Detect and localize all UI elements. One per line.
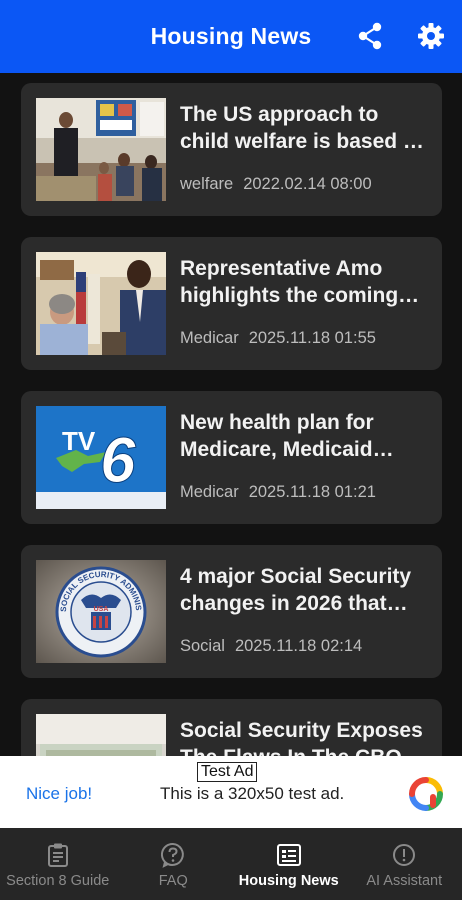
news-card[interactable]: TV 6 New health plan for Medicare, Medic… — [21, 391, 442, 524]
article-date: 2025.11.18 02:14 — [234, 637, 363, 655]
news-icon — [276, 842, 302, 868]
clipboard-icon — [45, 842, 71, 868]
news-feed[interactable]: The US approach to child welfare is base… — [0, 73, 462, 756]
article-title: Representative Amo highlights the coming… — [180, 257, 399, 307]
share-icon[interactable] — [356, 22, 384, 50]
news-card[interactable]: The US approach to child welfare is base… — [21, 83, 442, 216]
ad-cta[interactable]: Nice job! — [26, 784, 92, 804]
article-date: 2025.11.18 01:55 — [248, 329, 376, 347]
nav-item-ai-assistant[interactable]: AI Assistant — [347, 828, 462, 900]
article-thumbnail — [36, 714, 166, 756]
article-title: New health plan for Medicare, Medicaid q… — [180, 411, 374, 461]
article-title: 4 major Social Security changes in 2026 … — [180, 565, 412, 615]
nav-item-housing-news[interactable]: Housing News — [231, 828, 347, 900]
article-meta: Medicar 2025.11.18 01:55 — [180, 329, 376, 348]
nav-label: FAQ — [158, 873, 188, 889]
article-thumbnail: SOCIAL SECURITY ADMINISTRATION USA — [36, 560, 166, 663]
article-date: 2022.02.14 08:00 — [243, 175, 372, 193]
app-bar: Housing News — [0, 0, 462, 73]
article-meta: welfare 2022.02.14 08:00 — [180, 175, 372, 194]
nav-label: Section 8 Guide — [6, 873, 110, 889]
article-thumbnail: TV 6 — [36, 406, 166, 509]
nav-item-section-8-guide[interactable]: Section 8 Guide — [0, 828, 116, 900]
ad-tag: Test Ad — [197, 762, 258, 782]
article-category: Social — [180, 637, 225, 655]
gear-icon[interactable] — [417, 22, 445, 50]
info-icon — [391, 842, 417, 868]
article-category: Medicar — [180, 483, 239, 501]
nav-item-faq[interactable]: FAQ — [116, 828, 232, 900]
article-date: 2025.11.18 01:21 — [248, 483, 376, 501]
article-meta: Social 2025.11.18 02:14 — [180, 637, 362, 656]
tv6-logo-number: 6 — [100, 424, 136, 496]
article-thumbnail — [36, 252, 166, 355]
help-icon — [160, 842, 186, 868]
page-title: Housing News — [150, 23, 312, 49]
article-category: Medicar — [180, 329, 239, 347]
news-card[interactable]: SOCIAL SECURITY ADMINISTRATION USA 4 maj… — [21, 545, 442, 678]
news-card[interactable]: Representative Amo highlights the coming… — [21, 237, 442, 370]
ssa-usa-text: USA — [94, 606, 109, 613]
ad-logo-icon[interactable] — [408, 776, 444, 812]
article-meta: Medicar 2025.11.18 01:21 — [180, 483, 376, 502]
nav-label: Housing News — [238, 873, 339, 889]
ad-text[interactable]: This is a 320x50 test ad. — [160, 784, 344, 804]
nav-label: AI Assistant — [366, 873, 443, 889]
article-category: welfare — [180, 175, 234, 193]
article-title: The US approach to child welfare is base… — [180, 103, 429, 153]
bottom-nav: Section 8 Guide FAQ Housing News AI Assi… — [0, 828, 462, 900]
article-title: Social Security Exposes The Flaws In The… — [180, 719, 423, 756]
article-thumbnail — [36, 98, 166, 201]
news-card[interactable]: Social Security Exposes The Flaws In The… — [21, 699, 442, 756]
tv6-logo-text: TV — [62, 426, 96, 456]
